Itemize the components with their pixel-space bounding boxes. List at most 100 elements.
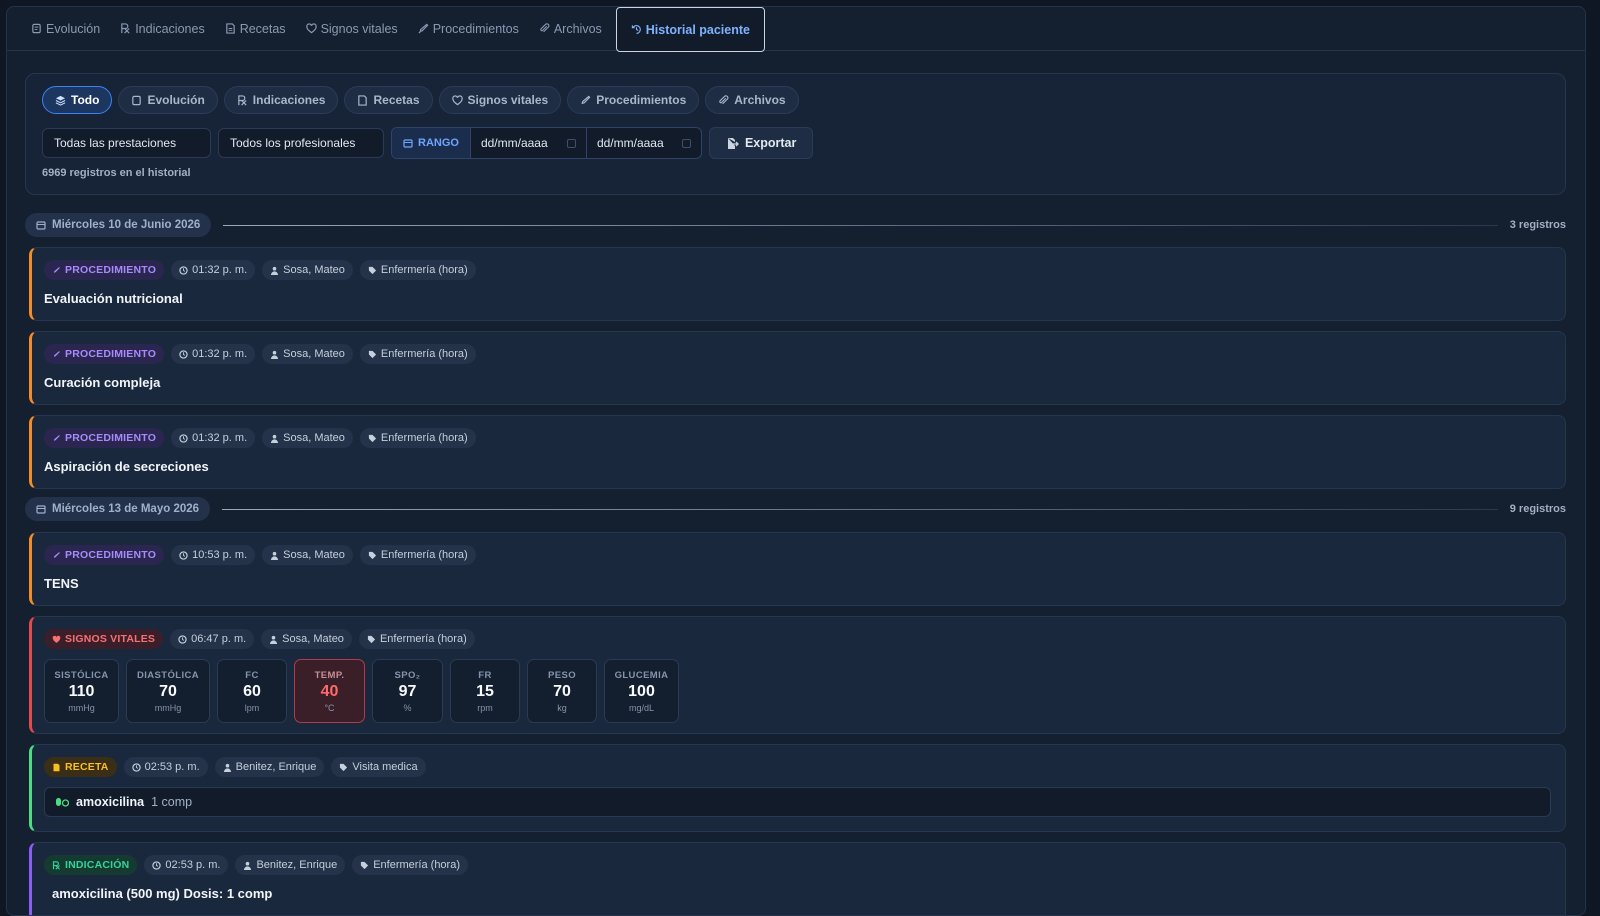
recipe-item: amoxicilina 1 comp bbox=[44, 787, 1551, 817]
service-pill: Visita medica bbox=[331, 757, 426, 777]
chip-label: Recetas bbox=[373, 93, 420, 107]
service-pill: Enfermería (hora) bbox=[359, 545, 476, 565]
user-icon bbox=[271, 266, 279, 275]
user-icon bbox=[270, 635, 278, 644]
tag-icon bbox=[368, 350, 377, 358]
service-pill: Enfermería (hora) bbox=[359, 260, 476, 280]
tab-label: Recetas bbox=[239, 21, 286, 36]
vital-label: FR bbox=[478, 669, 492, 681]
user-icon bbox=[223, 763, 231, 772]
service-label: Visita medica bbox=[352, 761, 418, 773]
group-count: 9 registros bbox=[1509, 503, 1566, 515]
vital-unit: lpm bbox=[244, 702, 260, 713]
professional-pill: Sosa, Mateo bbox=[262, 545, 353, 565]
type-badge: RECETA bbox=[44, 757, 117, 777]
vital-unit: mmHg bbox=[68, 702, 95, 713]
calendar-picker-icon[interactable] bbox=[681, 138, 691, 148]
chip-signos-vitales[interactable]: Signos vitales bbox=[438, 86, 562, 114]
type-badge: PROCEDIMIENTO bbox=[44, 545, 165, 565]
record-card[interactable]: PROCEDIMIENTO 10:53 p. m. Sosa, Mateo En… bbox=[29, 532, 1566, 606]
chip-todo[interactable]: Todo bbox=[42, 86, 113, 114]
tab-signos-vitales[interactable]: Signos vitales bbox=[296, 7, 408, 50]
chip-label: Procedimientos bbox=[596, 93, 687, 107]
vital-box-peso: PESO 70 kg bbox=[527, 659, 597, 723]
vital-box-sistolica: SISTÓLICA 110 mmHg bbox=[44, 659, 119, 723]
tag-icon bbox=[361, 861, 369, 869]
chip-recetas[interactable]: Recetas bbox=[344, 86, 433, 114]
chip-evolucion[interactable]: Evolución bbox=[118, 86, 218, 114]
vital-value: 70 bbox=[159, 682, 177, 700]
professional-pill: Sosa, Mateo bbox=[262, 344, 353, 364]
vital-value: 100 bbox=[628, 682, 655, 700]
vital-label: DIASTÓLICA bbox=[136, 669, 200, 681]
vital-value: 15 bbox=[476, 682, 494, 700]
time-pill: 01:32 p. m. bbox=[171, 260, 256, 280]
records-count: 6969 registros en el historial bbox=[42, 167, 191, 179]
user-icon bbox=[271, 434, 279, 443]
recipe-card[interactable]: RECETA 02:53 p. m. Benitez, Enrique Visi… bbox=[29, 744, 1566, 832]
vital-box-temp: TEMP. 40 °C bbox=[294, 659, 365, 723]
prescription-icon bbox=[53, 763, 60, 771]
chip-label: Todo bbox=[71, 93, 100, 107]
time-pill: 01:32 p. m. bbox=[171, 344, 256, 364]
service-pill: Enfermería (hora) bbox=[352, 855, 468, 875]
date-to-value: dd/mm/aaaa bbox=[596, 136, 664, 150]
record-card[interactable]: PROCEDIMIENTO 01:32 p. m. Sosa, Mateo En… bbox=[29, 331, 1566, 405]
tab-recetas[interactable]: Recetas bbox=[215, 7, 296, 50]
chip-procedimientos[interactable]: Procedimientos bbox=[567, 86, 700, 114]
date-pill: Miércoles 10 de Junio 2026 bbox=[25, 213, 212, 237]
tab-bar: Evolución Indicaciones Recetas Signos vi… bbox=[7, 7, 1585, 52]
prescription-icon bbox=[358, 94, 368, 106]
record-card[interactable]: PROCEDIMIENTO 01:32 p. m. Sosa, Mateo En… bbox=[29, 247, 1566, 321]
divider bbox=[222, 508, 1498, 510]
service-label: Enfermería (hora) bbox=[380, 264, 468, 276]
user-icon bbox=[271, 350, 279, 359]
chip-label: Indicaciones bbox=[252, 93, 326, 107]
date-from-input[interactable]: dd/mm/aaaa bbox=[471, 128, 586, 158]
calendar-picker-icon[interactable] bbox=[566, 138, 576, 148]
indication-card[interactable]: INDICACIÓN 02:53 p. m. Benitez, Enrique … bbox=[29, 842, 1566, 915]
vital-value: 110 bbox=[68, 682, 95, 700]
prescription-icon bbox=[225, 23, 235, 34]
vital-unit: kg bbox=[557, 702, 567, 713]
calendar-icon bbox=[403, 139, 413, 148]
vital-label: FC bbox=[245, 669, 259, 681]
service-label: Enfermería (hora) bbox=[379, 633, 467, 645]
filter-selects: Todas las prestaciones Todos los profesi… bbox=[42, 127, 814, 159]
date-to-input[interactable]: dd/mm/aaaa bbox=[585, 128, 701, 158]
chip-label: Evolución bbox=[147, 93, 205, 107]
vital-box-fr: FR 15 rpm bbox=[450, 659, 520, 723]
professional-pill: Sosa, Mateo bbox=[261, 629, 352, 649]
user-icon bbox=[271, 551, 279, 560]
paperclip-icon bbox=[540, 23, 550, 33]
tab-historial-paciente[interactable]: Historial paciente bbox=[615, 7, 765, 52]
chip-archivos[interactable]: Archivos bbox=[705, 86, 799, 114]
clock-icon bbox=[178, 634, 187, 644]
tab-label: Archivos bbox=[553, 21, 602, 36]
tab-procedimientos[interactable]: Procedimientos bbox=[408, 7, 529, 50]
professional-pill: Benitez, Enrique bbox=[235, 855, 346, 875]
tab-archivos[interactable]: Archivos bbox=[529, 7, 612, 50]
record-title: amoxicilina (500 mg) Dosis: 1 comp bbox=[52, 886, 273, 901]
export-button[interactable]: Exportar bbox=[708, 127, 814, 159]
professional-label: Benitez, Enrique bbox=[256, 859, 338, 871]
tab-label: Indicaciones bbox=[135, 21, 205, 36]
tab-evolucion[interactable]: Evolución bbox=[21, 7, 110, 50]
record-title: Evaluación nutricional bbox=[44, 291, 183, 306]
prestaciones-select[interactable]: Todas las prestaciones bbox=[42, 128, 211, 158]
vital-value: 70 bbox=[553, 682, 571, 700]
vital-unit: °C bbox=[324, 702, 335, 713]
professional-label: Sosa, Mateo bbox=[283, 549, 345, 561]
type-label: PROCEDIMIENTO bbox=[65, 432, 157, 444]
drug-dose: 1 comp bbox=[151, 795, 193, 809]
clock-icon bbox=[179, 433, 188, 443]
vital-label: SISTÓLICA bbox=[54, 669, 109, 681]
calendar-icon bbox=[36, 221, 46, 230]
chip-indicaciones[interactable]: Indicaciones bbox=[223, 86, 339, 114]
tab-indicaciones[interactable]: Indicaciones bbox=[110, 7, 215, 50]
profesionales-select[interactable]: Todos los profesionales bbox=[218, 128, 384, 158]
vitals-card[interactable]: SIGNOS VITALES 06:47 p. m. Sosa, Mateo E… bbox=[29, 616, 1566, 734]
tab-label: Procedimientos bbox=[432, 21, 519, 36]
record-card[interactable]: PROCEDIMIENTO 01:32 p. m. Sosa, Mateo En… bbox=[29, 415, 1566, 489]
vital-box-fc: FC 60 lpm bbox=[217, 659, 287, 723]
